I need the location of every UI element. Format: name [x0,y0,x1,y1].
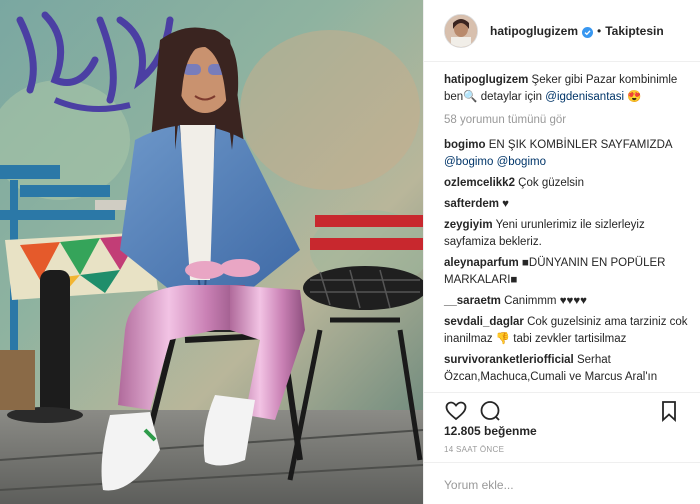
comment-mention[interactable]: @bogimo @bogimo [444,156,546,168]
comment-username[interactable]: aleynaparfum [444,257,519,269]
comment-item: bogimo EN ŞIK KOMBİNLER SAYFAMIZDA @bogi… [444,137,689,171]
comment-username[interactable]: __saraetm [444,295,501,307]
comment-text: EN ŞIK KOMBİNLER SAYFAMIZDA [488,139,672,151]
post-side-panel: hatipoglugizem • Takiptesin hatipoglugiz… [423,0,700,504]
avatar-image [445,14,477,47]
instagram-post: hatipoglugizem • Takiptesin hatipoglugiz… [0,0,700,504]
post-actions [424,392,700,428]
comment-item: __saraetm Canimmm ♥♥♥♥ [444,293,689,310]
caption-username[interactable]: hatipoglugizem [444,74,528,86]
comment-username[interactable]: bogimo [444,139,486,151]
comment-item: zeygiyim Yeni urunlerimiz ile sizlerleyi… [444,217,689,251]
comment-text: Canimmm ♥♥♥♥ [504,295,588,307]
comment-item: sevdali_daglar Cok guzelsiniz ama tarzin… [444,314,689,348]
caption-mention[interactable]: @igdenisantasi [545,91,624,103]
comment-icon[interactable] [478,399,502,423]
comment-item: survivoranketleriofficial Serhat Özcan,M… [444,352,689,386]
comment-username[interactable]: zeygiyim [444,219,493,231]
like-count[interactable]: 12.805 beğenme [444,424,537,438]
avatar[interactable] [444,13,478,48]
header-username[interactable]: hatipoglugizem [490,24,578,38]
post-header: hatipoglugizem • Takiptesin [424,0,700,62]
heart-icon[interactable] [444,399,468,423]
post-timestamp: 14 SAAT ÖNCE [444,445,505,454]
caption-emoji: 😍 [627,91,642,103]
view-all-comments-link[interactable]: 58 yorumun tümünü gör [444,112,689,129]
post-caption: hatipoglugizem Şeker gibi Pazar kombinim… [444,72,689,106]
comment-item: safterdem ♥ [444,196,689,213]
verified-badge-icon [582,25,593,38]
post-photo[interactable] [0,0,423,504]
comments-list[interactable]: hatipoglugizem Şeker gibi Pazar kombinim… [424,68,700,388]
comment-username[interactable]: sevdali_daglar [444,316,524,328]
comment-username[interactable]: safterdem [444,198,499,210]
comment-username[interactable]: survivoranketleriofficial [444,354,574,366]
comment-text: Çok güzelsin [518,177,585,189]
comment-username[interactable]: ozlemcelikk2 [444,177,515,189]
post-photo-illustration [0,0,423,504]
comment-item: ozlemcelikk2 Çok güzelsin [444,175,689,192]
bookmark-icon[interactable] [657,399,681,423]
add-comment-input[interactable]: Yorum ekle... [424,462,700,504]
comment-item: aleynaparfum ■DÜNYANIN EN POPÜLER MARKAL… [444,255,689,289]
header-separator: • [597,23,602,38]
comment-text: ♥ [502,198,509,210]
following-button[interactable]: Takiptesin [605,24,663,38]
